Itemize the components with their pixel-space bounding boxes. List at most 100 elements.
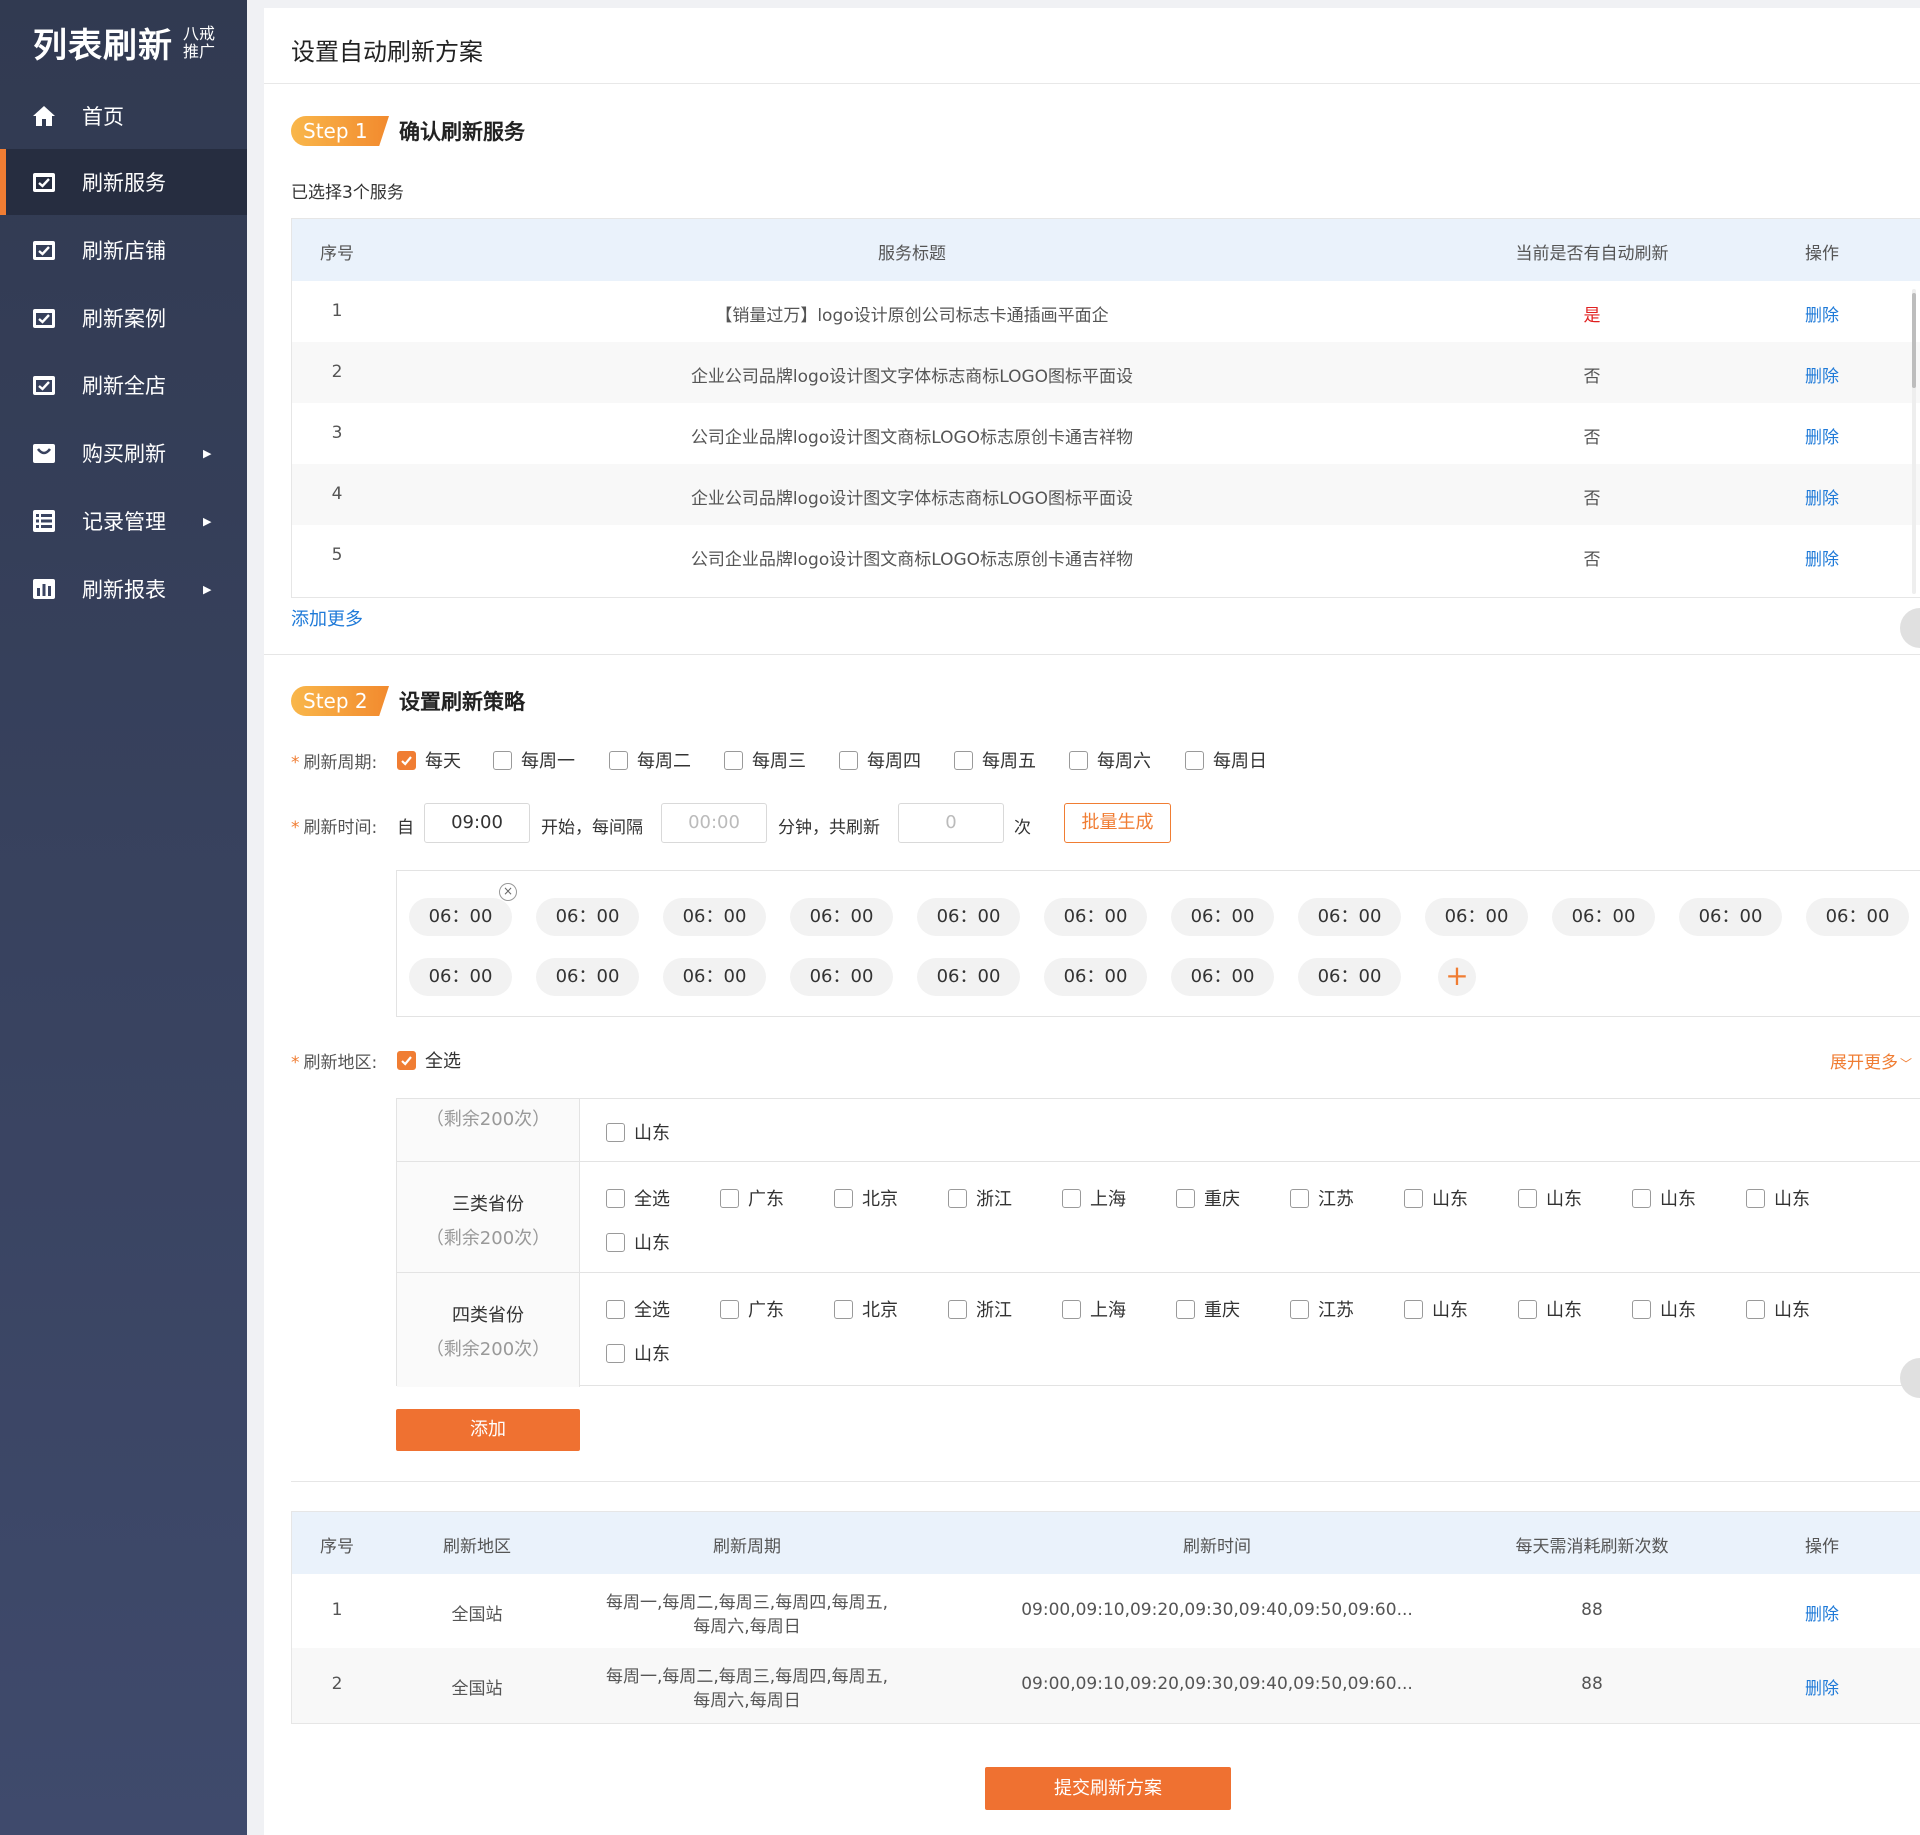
sidebar-item-home[interactable]: 首页	[0, 83, 247, 149]
region-checkbox[interactable]: 山东	[606, 1340, 670, 1366]
time-chip[interactable]: 06：00	[1552, 898, 1655, 936]
region-checkbox[interactable]: 山东	[606, 1229, 670, 1255]
checkbox-label: 山东	[1432, 1300, 1468, 1321]
time-chip[interactable]: 06：00	[1171, 898, 1274, 936]
time-chip[interactable]: 06：00	[1044, 958, 1147, 996]
time-chip[interactable]: 06：00	[536, 898, 639, 936]
time-chip[interactable]: 06：00	[1298, 958, 1401, 996]
time-chip[interactable]: 06：00	[790, 898, 893, 936]
delete-link[interactable]: 删除	[1772, 362, 1872, 387]
count-input[interactable]: 0	[898, 803, 1004, 843]
time-chip[interactable]: 06：00	[1425, 898, 1528, 936]
delete-link[interactable]: 删除	[1772, 1600, 1872, 1625]
cycle-checkbox-daily[interactable]: 每天	[397, 747, 461, 773]
sidebar-item-refresh-service[interactable]: 刷新服务	[0, 149, 247, 215]
checkbox-label: 上海	[1090, 1300, 1126, 1321]
cycle-checkbox-mon[interactable]: 每周一	[493, 747, 575, 773]
region-checkbox[interactable]: 山东	[1746, 1296, 1810, 1322]
region-checkbox[interactable]: 山东	[1404, 1185, 1468, 1211]
sidebar-item-refresh-report[interactable]: 刷新报表 ▶	[0, 556, 247, 622]
region-checkbox[interactable]: 广东	[720, 1296, 784, 1322]
region-group-remaining: （剩余200次）	[425, 1109, 551, 1130]
sidebar-item-refresh-all-shop[interactable]: 刷新全店	[0, 352, 247, 418]
checkbox-icon	[606, 1299, 625, 1319]
time-chip[interactable]: 06：00	[917, 898, 1020, 936]
region-checkbox[interactable]: 浙江	[948, 1185, 1012, 1211]
region-select-all[interactable]: 全选	[397, 1047, 461, 1073]
submit-plan-button[interactable]: 提交刷新方案	[985, 1767, 1231, 1810]
col-header: 刷新周期	[713, 1537, 781, 1557]
region-checkbox[interactable]: 全选	[606, 1185, 670, 1211]
side-handle[interactable]	[1900, 608, 1920, 648]
scrollbar-thumb[interactable]	[1912, 293, 1916, 388]
row-number: 5	[331, 545, 343, 565]
add-more-link[interactable]: 添加更多	[291, 605, 363, 631]
checkbox-label: 全选	[634, 1300, 670, 1321]
region-checkbox[interactable]: 北京	[834, 1296, 898, 1322]
region-divider	[397, 1272, 1920, 1273]
time-chip[interactable]: 06：00	[663, 958, 766, 996]
region-checkbox[interactable]: 山东	[1518, 1296, 1582, 1322]
region-checkbox[interactable]: 浙江	[948, 1296, 1012, 1322]
delete-link[interactable]: 删除	[1772, 545, 1872, 570]
checkbox-label: 每周一	[521, 751, 575, 772]
time-chip[interactable]: 06：00	[536, 958, 639, 996]
time-chip[interactable]: 06：00	[1298, 898, 1401, 936]
time-label: * 刷新时间:	[291, 813, 377, 838]
batch-generate-button[interactable]: 批量生成	[1064, 803, 1171, 843]
time-chip[interactable]: 06：00	[409, 958, 512, 996]
region-checkbox[interactable]: 重庆	[1176, 1185, 1240, 1211]
region-checkbox[interactable]: 山东	[606, 1119, 670, 1145]
checkbox-label: 重庆	[1204, 1300, 1240, 1321]
start-time-input[interactable]: 09:00	[424, 803, 530, 843]
time-chip[interactable]: 06：00	[1679, 898, 1782, 936]
region-checkbox[interactable]: 全选	[606, 1296, 670, 1322]
region-checkbox[interactable]: 上海	[1062, 1185, 1126, 1211]
region-checkbox[interactable]: 山东	[1746, 1185, 1810, 1211]
col-header: 序号	[320, 1537, 354, 1557]
delete-link[interactable]: 删除	[1772, 484, 1872, 509]
checkbox-icon	[720, 1299, 739, 1319]
region-checkbox[interactable]: 重庆	[1176, 1296, 1240, 1322]
region-checkbox[interactable]: 山东	[1404, 1296, 1468, 1322]
time-chip[interactable]: 06：00	[1044, 898, 1147, 936]
region-checkbox[interactable]: 广东	[720, 1185, 784, 1211]
sidebar-item-refresh-shop[interactable]: 刷新店铺	[0, 217, 247, 283]
service-table: 序号 服务标题 当前是否有自动刷新 操作 1 【销量过万】logo设计原创公司标…	[291, 218, 1920, 598]
cycle-checkbox-sun[interactable]: 每周日	[1185, 747, 1267, 773]
region-checkbox[interactable]: 江苏	[1290, 1185, 1354, 1211]
delete-link[interactable]: 删除	[1772, 301, 1872, 326]
expand-more-link[interactable]: 展开更多 ﹀	[1830, 1048, 1912, 1073]
row-number: 4	[331, 484, 343, 504]
region-checkbox[interactable]: 山东	[1632, 1296, 1696, 1322]
region-checkbox[interactable]: 上海	[1062, 1296, 1126, 1322]
table-header: 序号 刷新地区 刷新周期 刷新时间 每天需消耗刷新次数 操作	[292, 1512, 1920, 1574]
cycle-checkbox-sat[interactable]: 每周六	[1069, 747, 1151, 773]
add-button[interactable]: 添加	[396, 1409, 580, 1451]
remove-chip-icon[interactable]: ×	[499, 883, 517, 901]
region-checkbox[interactable]: 江苏	[1290, 1296, 1354, 1322]
interval-input[interactable]: 00:00	[661, 803, 767, 843]
delete-link[interactable]: 删除	[1772, 423, 1872, 448]
cycle-checkbox-tue[interactable]: 每周二	[609, 747, 691, 773]
checkbox-icon	[606, 1343, 625, 1363]
sidebar-item-record-management[interactable]: 记录管理 ▶	[0, 488, 247, 554]
time-chip[interactable]: 06：00	[1806, 898, 1909, 936]
add-time-icon[interactable]: +	[1438, 958, 1476, 996]
delete-link[interactable]: 删除	[1772, 1674, 1872, 1699]
time-chip[interactable]: 06：00	[663, 898, 766, 936]
cycle-checkbox-wed[interactable]: 每周三	[724, 747, 806, 773]
sidebar-item-buy-refresh[interactable]: 购买刷新 ▶	[0, 420, 247, 486]
region-checkbox[interactable]: 北京	[834, 1185, 898, 1211]
sidebar-item-refresh-case[interactable]: 刷新案例	[0, 285, 247, 351]
region-checkbox[interactable]: 山东	[1518, 1185, 1582, 1211]
cycle-checkbox-thu[interactable]: 每周四	[839, 747, 921, 773]
region-checkbox[interactable]: 山东	[1632, 1185, 1696, 1211]
time-chip[interactable]: 06：00	[790, 958, 893, 996]
time-chip[interactable]: 06：00	[409, 898, 512, 936]
cycle-label: * 刷新周期:	[291, 748, 377, 773]
cycle-checkbox-fri[interactable]: 每周五	[954, 747, 1036, 773]
check-square-icon	[32, 170, 56, 194]
time-chip[interactable]: 06：00	[1171, 958, 1274, 996]
time-chip[interactable]: 06：00	[917, 958, 1020, 996]
